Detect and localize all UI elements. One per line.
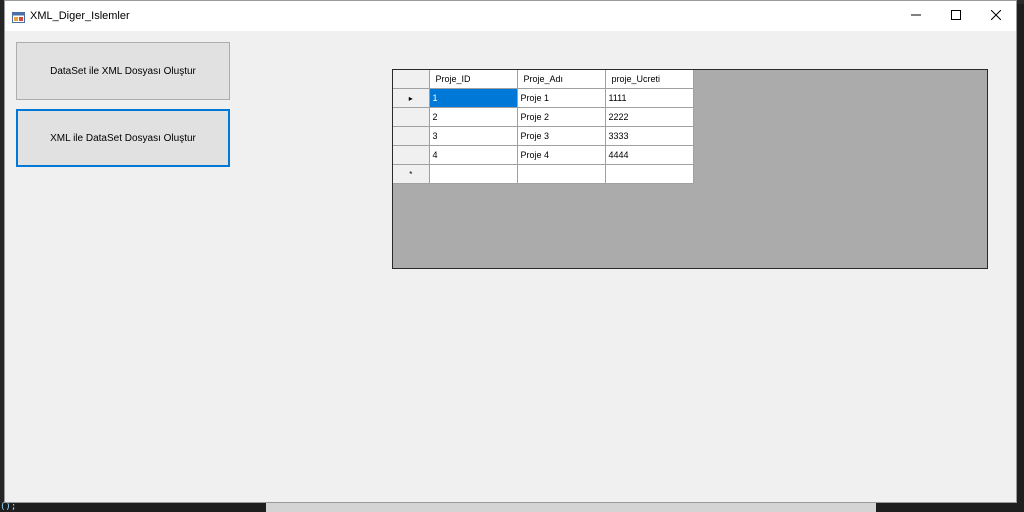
minimize-button[interactable] xyxy=(896,1,936,31)
new-row-icon: * xyxy=(409,169,413,179)
background-taskbar xyxy=(0,503,1024,512)
column-header-proje-id[interactable]: Proje_ID xyxy=(429,70,518,89)
maximize-icon xyxy=(951,7,961,25)
cell[interactable]: 1111 xyxy=(605,88,694,108)
table-row[interactable]: ▸ 1 Proje 1 1111 xyxy=(393,88,694,108)
row-header-new[interactable]: * xyxy=(393,164,430,184)
data-grid-table: Proje_ID Proje_Adı proje_Ucreti ▸ 1 Proj… xyxy=(393,70,694,184)
cell[interactable]: Proje 3 xyxy=(517,126,606,146)
create-xml-button[interactable]: DataSet ile XML Dosyası Oluştur xyxy=(16,42,230,100)
new-row-cell[interactable] xyxy=(517,164,606,184)
corner-cell[interactable] xyxy=(393,70,430,89)
row-header[interactable] xyxy=(393,145,430,165)
cell[interactable]: 2 xyxy=(429,107,518,127)
new-row-cell[interactable] xyxy=(429,164,518,184)
minimize-icon xyxy=(911,7,921,25)
row-header-current[interactable]: ▸ xyxy=(393,88,430,108)
cell[interactable]: 4444 xyxy=(605,145,694,165)
cell[interactable]: Proje 4 xyxy=(517,145,606,165)
cell[interactable]: 4 xyxy=(429,145,518,165)
header-row: Proje_ID Proje_Adı proje_Ucreti xyxy=(393,70,694,89)
cell[interactable]: 3333 xyxy=(605,126,694,146)
row-header[interactable] xyxy=(393,107,430,127)
window-title: XML_Diger_Islemler xyxy=(30,10,130,22)
new-row-cell[interactable] xyxy=(605,164,694,184)
current-row-icon: ▸ xyxy=(408,93,413,103)
form-icon xyxy=(12,10,25,23)
close-button[interactable] xyxy=(976,1,1016,31)
new-row[interactable]: * xyxy=(393,164,694,184)
cell[interactable]: 2222 xyxy=(605,107,694,127)
app-window: XML_Diger_Islemler DataSet ile XML Dosya… xyxy=(4,0,1017,503)
create-dataset-button[interactable]: XML ile DataSet Dosyası Oluştur xyxy=(16,109,230,167)
table-row[interactable]: 4 Proje 4 4444 xyxy=(393,145,694,165)
cell[interactable]: Proje 2 xyxy=(517,107,606,127)
column-header-proje-ucreti[interactable]: proje_Ucreti xyxy=(605,70,694,89)
maximize-button[interactable] xyxy=(936,1,976,31)
row-header[interactable] xyxy=(393,126,430,146)
column-header-proje-adi[interactable]: Proje_Adı xyxy=(517,70,606,89)
cell[interactable]: 3 xyxy=(429,126,518,146)
cell[interactable]: 1 xyxy=(429,88,518,108)
title-bar: XML_Diger_Islemler xyxy=(5,1,1016,31)
close-icon xyxy=(990,7,1002,25)
table-row[interactable]: 2 Proje 2 2222 xyxy=(393,107,694,127)
table-row[interactable]: 3 Proje 3 3333 xyxy=(393,126,694,146)
cell[interactable]: Proje 1 xyxy=(517,88,606,108)
background-code-text: (); xyxy=(0,502,17,512)
data-grid[interactable]: Proje_ID Proje_Adı proje_Ucreti ▸ 1 Proj… xyxy=(392,69,988,269)
